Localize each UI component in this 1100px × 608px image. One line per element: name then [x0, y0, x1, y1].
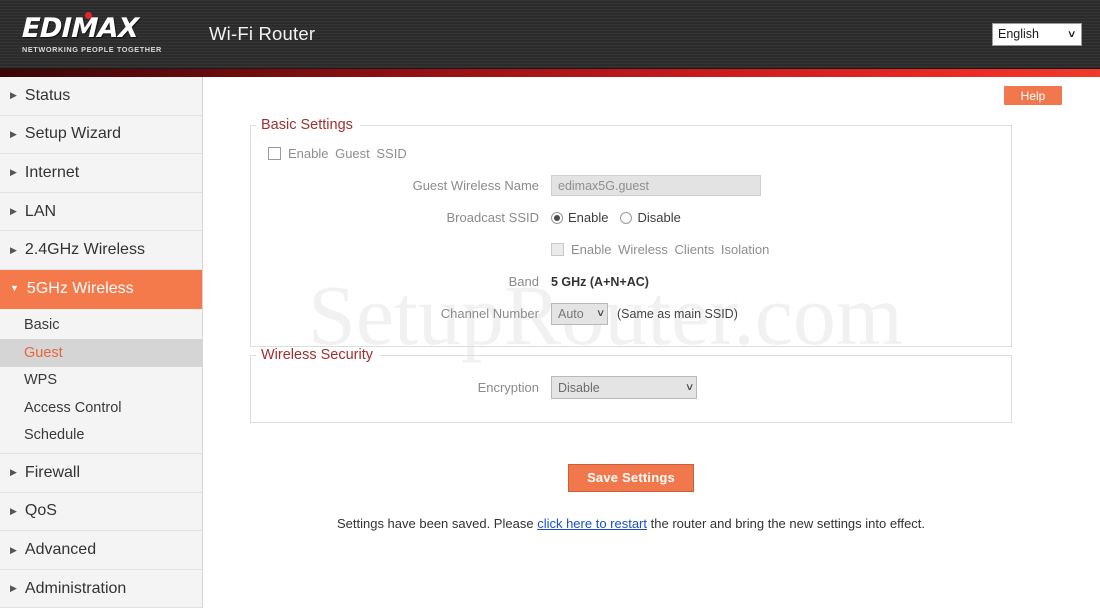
chevron-down-icon: ∨ [595, 308, 606, 319]
save-settings-button[interactable]: Save Settings [568, 464, 694, 492]
wireless-security-legend: Wireless Security [261, 347, 373, 363]
triangle-right-icon: ▶ [10, 90, 17, 101]
sidebar-item-basic[interactable]: Basic [0, 311, 202, 340]
sidebar-item-label: Firewall [24, 463, 81, 481]
guest-wireless-name-label: Guest Wireless Name [412, 178, 539, 193]
app-header: EDIMAX NETWORKING PEOPLE TOGETHER Wi-Fi … [0, 0, 1100, 68]
sidebar-subitem-label: Access Control [24, 399, 122, 416]
guest-wireless-name-input[interactable]: edimax5G.guest [551, 175, 761, 196]
help-button[interactable]: Help [1004, 86, 1062, 105]
sidebar-subitem-label: Guest [24, 344, 63, 361]
sidebar-subitem-label: Schedule [24, 427, 85, 444]
channel-number-label: Channel Number [440, 306, 539, 321]
triangle-down-icon: ▼ [10, 283, 19, 294]
clients-isolation-checkbox[interactable] [551, 243, 564, 256]
broadcast-ssid-row: Broadcast SSID Enable Disable [251, 204, 1011, 231]
sidebar-item-label: Setup Wizard [24, 125, 121, 143]
basic-settings-legend: Basic Settings [261, 117, 353, 133]
triangle-right-icon: ▶ [10, 128, 17, 139]
sidebar-item-setup-wizard[interactable]: ▶ Setup Wizard [0, 115, 202, 155]
broadcast-ssid-disable-option[interactable]: Disable [620, 210, 681, 225]
sidebar-item-label: QoS [24, 502, 57, 520]
sidebar-item-wps[interactable]: WPS [0, 366, 202, 395]
sidebar-subnav-5ghz: Basic Guest WPS Access Control Schedule [0, 309, 202, 455]
encryption-select[interactable]: Disable ∨ [551, 376, 697, 399]
encryption-value: Disable [558, 380, 600, 395]
logo-tagline: NETWORKING PEOPLE TOGETHER [22, 44, 162, 54]
status-message-prefix: Settings have been saved. Please [336, 516, 534, 531]
channel-number-value: Auto [558, 306, 584, 321]
chevron-down-icon: ∨ [1066, 28, 1077, 40]
triangle-right-icon: ▶ [10, 206, 17, 217]
sidebar-item-label: 2.4GHz Wireless [24, 241, 145, 259]
triangle-right-icon: ▶ [10, 505, 17, 516]
sidebar-item-label: Administration [24, 579, 127, 597]
broadcast-ssid-label: Broadcast SSID [446, 210, 540, 225]
band-label: Band [508, 274, 539, 289]
edimax-logo: EDIMAX NETWORKING PEOPLE TOGETHER [21, 11, 180, 54]
clients-isolation-row: Enable Wireless Clients Isolation [251, 236, 1011, 263]
sidebar-nav: ▶ Status ▶ Setup Wizard ▶ Internet ▶ LAN… [0, 77, 203, 608]
language-select-value: English [998, 27, 1039, 41]
triangle-right-icon: ▶ [10, 583, 17, 594]
sidebar-item-label: Status [24, 86, 71, 104]
basic-settings-group: Basic Settings Enable Guest SSID Guest W… [250, 117, 1012, 347]
sidebar-item-internet[interactable]: ▶ Internet [0, 154, 202, 193]
channel-number-note: (Same as main SSID) [617, 306, 738, 321]
broadcast-ssid-disable-label: Disable [637, 210, 681, 225]
broadcast-ssid-radio-group: Enable Disable [551, 210, 693, 225]
sidebar-item-label: LAN [24, 202, 57, 220]
triangle-right-icon: ▶ [10, 244, 17, 255]
sidebar-item-advanced[interactable]: ▶ Advanced [0, 531, 202, 570]
language-select[interactable]: English ∨ [992, 22, 1082, 46]
triangle-right-icon: ▶ [10, 167, 17, 178]
page-title: Wi-Fi Router [209, 23, 316, 44]
wireless-security-group: Wireless Security Encryption Disable ∨ [250, 347, 1012, 423]
triangle-right-icon: ▶ [10, 544, 17, 555]
encryption-row: Encryption Disable ∨ [251, 374, 1011, 401]
save-button-wrap: Save Settings [250, 464, 1012, 492]
settings-panel: Basic Settings Enable Guest SSID Guest W… [250, 117, 1012, 531]
logo-wordmark: EDIMAX [21, 12, 140, 44]
guest-wireless-name-row: Guest Wireless Name edimax5G.guest [251, 172, 1011, 199]
language-selector-wrap: English ∨ [992, 22, 1082, 46]
channel-number-row: Channel Number Auto ∨ (Same as main SSID… [251, 300, 1011, 327]
band-row: Band 5 GHz (A+N+AC) [251, 268, 1011, 295]
sidebar-item-schedule[interactable]: Schedule [0, 421, 202, 450]
sidebar-item-guest[interactable]: Guest [0, 339, 202, 367]
sidebar-item-label: 5GHz Wireless [26, 279, 134, 297]
sidebar-item-status[interactable]: ▶ Status [0, 77, 202, 116]
status-message: Settings have been saved. Please click h… [250, 516, 1012, 531]
sidebar-item-firewall[interactable]: ▶ Firewall [0, 454, 202, 493]
main-content: SetupRouter.com Help Basic Settings Enab… [203, 77, 1100, 608]
sidebar-item-label: Internet [24, 163, 80, 181]
sidebar-item-24ghz-wireless[interactable]: ▶ 2.4GHz Wireless [0, 231, 202, 270]
clients-isolation-label: Enable Wireless Clients Isolation [571, 242, 770, 257]
status-message-suffix: the router and bring the new settings in… [650, 516, 926, 531]
enable-guest-ssid-checkbox[interactable] [268, 146, 281, 160]
sidebar-subitem-label: WPS [24, 372, 58, 389]
radio-selected-icon [551, 211, 563, 224]
broadcast-ssid-enable-option[interactable]: Enable [551, 210, 608, 225]
sidebar-item-label: Advanced [24, 541, 97, 559]
header-accent-bar [0, 68, 1100, 77]
sidebar-item-lan[interactable]: ▶ LAN [0, 192, 202, 232]
enable-guest-ssid-row: Enable Guest SSID [251, 140, 1011, 166]
sidebar-item-5ghz-wireless[interactable]: ▼ 5GHz Wireless [0, 269, 202, 309]
encryption-label: Encryption [477, 380, 539, 395]
chevron-down-icon: ∨ [684, 382, 695, 393]
broadcast-ssid-enable-label: Enable [568, 210, 609, 225]
channel-number-select[interactable]: Auto ∨ [551, 302, 608, 325]
restart-link[interactable]: click here to restart [537, 516, 647, 531]
band-value: 5 GHz (A+N+AC) [551, 274, 649, 289]
radio-unselected-icon [620, 211, 633, 224]
triangle-right-icon: ▶ [10, 467, 17, 478]
sidebar-item-access-control[interactable]: Access Control [0, 394, 202, 422]
enable-guest-ssid-label: Enable Guest SSID [288, 145, 407, 161]
sidebar-item-administration[interactable]: ▶ Administration [0, 569, 202, 608]
sidebar-item-qos[interactable]: ▶ QoS [0, 492, 202, 532]
sidebar-subitem-label: Basic [24, 317, 60, 334]
